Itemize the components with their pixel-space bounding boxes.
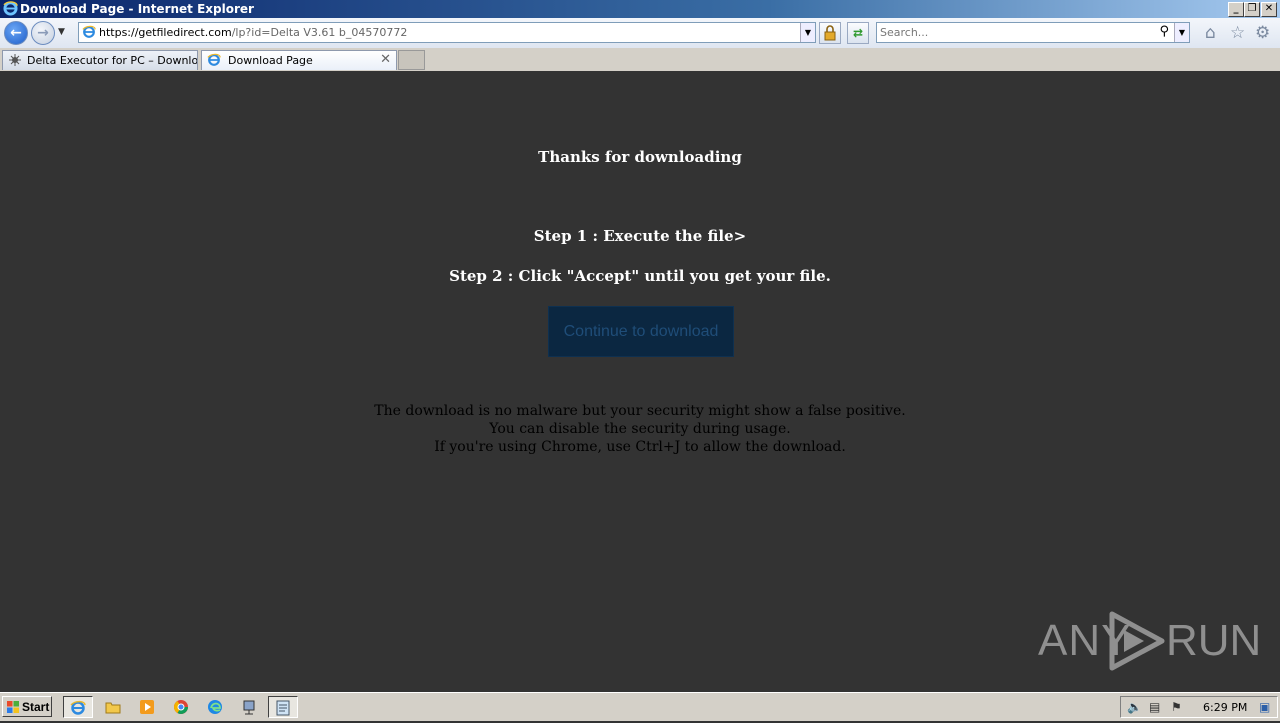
- network-icon[interactable]: ▤: [1149, 700, 1160, 714]
- taskbar-ie[interactable]: [63, 696, 93, 718]
- refresh-button[interactable]: ⇄: [847, 22, 869, 44]
- search-icon[interactable]: ⚲: [1159, 24, 1169, 39]
- tab-label: Download Page: [228, 54, 313, 67]
- navigation-bar: ← → ▼ https://getfiledirect.com/lp?id=De…: [0, 18, 1280, 49]
- media-player-icon: [139, 700, 155, 719]
- tab-delta-executor[interactable]: Delta Executor for PC – Downlo...: [2, 50, 198, 70]
- ie-tab-icon: [207, 53, 221, 70]
- clock[interactable]: 6:29 PM: [1203, 701, 1247, 714]
- flag-icon[interactable]: ⚑: [1171, 700, 1182, 714]
- history-dropdown-icon[interactable]: ▼: [58, 27, 65, 37]
- favorites-star-icon[interactable]: ☆: [1230, 23, 1245, 43]
- lock-icon: [824, 25, 836, 41]
- ie-page-icon: [82, 25, 96, 42]
- window-title: Download Page - Internet Explorer: [20, 2, 254, 16]
- play-triangle-icon: [1109, 611, 1165, 671]
- new-tab-button[interactable]: [398, 50, 425, 70]
- start-button[interactable]: Start: [2, 696, 52, 717]
- forward-button[interactable]: →: [31, 21, 55, 45]
- tab-label: Delta Executor for PC – Downlo...: [27, 54, 198, 67]
- minimize-button[interactable]: _: [1228, 2, 1244, 17]
- taskbar-edge[interactable]: [200, 696, 230, 718]
- taskbar-chrome[interactable]: [166, 696, 196, 718]
- taskbar: Start 🔈 ▤ ⚑ 6:29 PM ▣: [0, 692, 1280, 721]
- close-window-button[interactable]: ✕: [1261, 2, 1277, 17]
- gear-icon[interactable]: ⚙: [1255, 23, 1270, 43]
- start-label: Start: [22, 700, 50, 714]
- search-dropdown-icon[interactable]: ▼: [1174, 23, 1189, 42]
- search-box[interactable]: ⚲ ▼: [876, 22, 1190, 43]
- restore-button[interactable]: ❐: [1244, 2, 1260, 17]
- taskbar-media-player[interactable]: [132, 696, 162, 718]
- ie-logo-icon: [3, 1, 18, 19]
- url-host: https://getfiledirect.com: [99, 26, 232, 39]
- notice-line: You can disable the security during usag…: [489, 421, 791, 437]
- refresh-icon: ⇄: [852, 26, 864, 40]
- chrome-icon: [173, 700, 189, 719]
- arrow-left-icon: ←: [10, 25, 22, 41]
- anyrun-watermark: ANY RUN: [1038, 608, 1261, 674]
- edge-icon: [207, 700, 223, 719]
- volume-icon[interactable]: 🔈: [1127, 700, 1142, 714]
- tab-download-page[interactable]: Download Page ✕: [201, 50, 397, 70]
- folder-icon: [105, 702, 121, 718]
- back-button[interactable]: ←: [4, 21, 28, 45]
- windows-flag-icon: [6, 700, 20, 717]
- step-2-text: Step 2 : Click "Accept" until you get yo…: [449, 267, 831, 285]
- tab-bar: Delta Executor for PC – Downlo... Downlo…: [0, 48, 1280, 72]
- step-1-text: Step 1 : Execute the file>: [533, 227, 747, 245]
- url-path: /lp?id=Delta V3.61 b_04570772: [231, 26, 408, 39]
- download-notice: The download is no malware but your secu…: [0, 402, 1280, 456]
- arrow-right-icon: →: [37, 25, 49, 41]
- url-text[interactable]: https://getfiledirect.com/lp?id=Delta V3…: [99, 26, 407, 39]
- taskbar-app-2[interactable]: [268, 696, 298, 718]
- security-lock-button[interactable]: [819, 22, 841, 44]
- notepad-icon: [276, 700, 290, 720]
- watermark-right: RUN: [1166, 616, 1262, 665]
- home-icon[interactable]: ⌂: [1205, 23, 1216, 43]
- address-dropdown-icon[interactable]: ▼: [800, 23, 815, 42]
- continue-to-download-button[interactable]: Continue to download: [548, 306, 734, 357]
- page-content: Thanks for downloading Step 1 : Execute …: [0, 71, 1280, 692]
- window-title-bar[interactable]: Download Page - Internet Explorer _ ❐ ✕: [0, 0, 1280, 18]
- notice-line: If you're using Chrome, use Ctrl+J to al…: [434, 439, 846, 455]
- search-input[interactable]: [880, 25, 1150, 39]
- page-heading: Thanks for downloading: [538, 148, 742, 166]
- close-tab-icon[interactable]: ✕: [380, 52, 391, 67]
- address-bar[interactable]: https://getfiledirect.com/lp?id=Delta V3…: [78, 22, 816, 43]
- show-desktop-icon[interactable]: ▣: [1259, 700, 1270, 714]
- tab-favicon-icon: [8, 53, 22, 70]
- taskbar-app-1[interactable]: [234, 696, 264, 718]
- ie-taskbar-icon: [70, 700, 86, 720]
- network-app-icon: [241, 700, 257, 719]
- taskbar-explorer[interactable]: [98, 696, 128, 718]
- system-tray: 🔈 ▤ ⚑ 6:29 PM ▣: [1120, 696, 1278, 718]
- notice-line: The download is no malware but your secu…: [374, 403, 906, 419]
